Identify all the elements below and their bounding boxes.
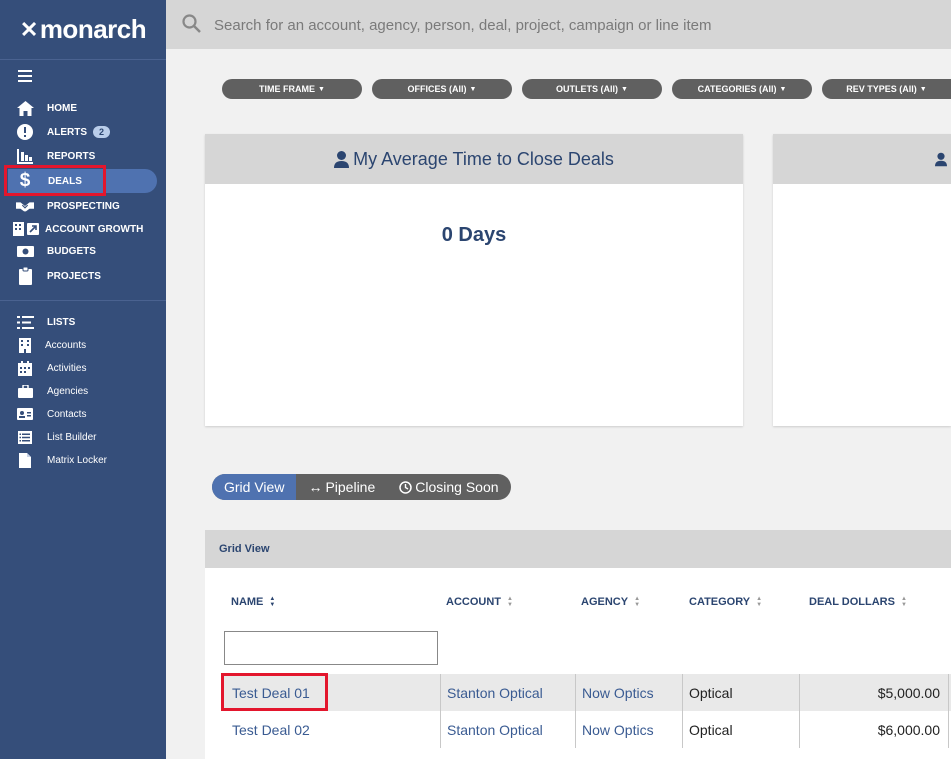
agency-link[interactable]: Now Optics (576, 711, 683, 748)
document-icon (16, 451, 34, 469)
caret-down-icon: ▼ (469, 85, 477, 93)
category-cell: Optical (683, 711, 800, 748)
deal-dollars-cell: $5,000.00 (800, 674, 949, 711)
sidebar-item-projects[interactable]: PROJECTS (0, 265, 166, 287)
briefcase-icon (16, 382, 34, 400)
alerts-count-badge: 2 (93, 126, 111, 138)
sidebar-item-activities[interactable]: Activities (0, 357, 166, 379)
sidebar-item-list-builder[interactable]: List Builder (0, 426, 166, 448)
user-icon (334, 150, 350, 168)
deal-name-link[interactable]: Test Deal 02 (224, 711, 440, 748)
category-cell: Optical (683, 674, 800, 711)
account-growth-icon (13, 220, 39, 238)
handshake-icon (16, 197, 34, 215)
filter-outlets[interactable]: OUTLETS (All) ▼ (522, 79, 662, 99)
sidebar-item-agencies[interactable]: Agencies (0, 380, 166, 402)
sidebar-item-account-growth[interactable]: ACCOUNT GROWTH (0, 218, 166, 240)
sidebar-item-matrix-locker[interactable]: Matrix Locker (0, 449, 166, 471)
filter-time-frame[interactable]: TIME FRAME ▼ (222, 79, 362, 99)
sidebar-item-alerts[interactable]: ALERTS 2 (0, 121, 166, 143)
list-builder-icon (16, 428, 34, 446)
table-row[interactable]: Test Deal 01 Stanton Optical Now Optics … (224, 674, 951, 711)
arrows-horizontal-icon: ↔ (308, 479, 323, 495)
sort-icon: ▲ ▼ (507, 596, 513, 608)
sidebar-item-label: ALERTS (47, 127, 87, 138)
filter-categories[interactable]: CATEGORIES (All) ▼ (672, 79, 812, 99)
avg-close-days-value: 0 Days (441, 224, 507, 246)
sidebar-divider (0, 300, 166, 301)
avg-time-to-close-card: My Average Time to Close Deals 0 Days (205, 134, 743, 426)
sort-icon: ▲ ▼ (634, 596, 641, 608)
deal-dollars-cell: $6,000.00 (800, 711, 949, 748)
sidebar-item-accounts[interactable]: Accounts (0, 334, 166, 356)
column-header-deal-dollars[interactable]: DEAL DOLLARS ▲ ▼ (809, 596, 907, 608)
sort-icon: ▲ ▼ (756, 596, 763, 608)
sort-icon: ▲ ▼ (269, 596, 276, 608)
sidebar-item-reports[interactable]: REPORTS (0, 145, 166, 167)
deals-grid-panel: Grid View NAME ▲ ▼ ACCOUNT ▲ ▼ AGENCY ▲ ▼ CATE… (205, 530, 951, 759)
secondary-card (773, 134, 951, 426)
table-row[interactable]: Test Deal 02 Stanton Optical Now Optics … (224, 711, 951, 748)
agency-link[interactable]: Now Optics (576, 674, 683, 711)
user-icon (935, 152, 947, 166)
menu-toggle-icon[interactable] (18, 70, 32, 82)
list-icon (16, 313, 34, 331)
name-filter-input[interactable] (224, 631, 438, 665)
sidebar-item-contacts[interactable]: Contacts (0, 403, 166, 425)
alert-icon (16, 123, 34, 141)
sidebar-item-budgets[interactable]: BUDGETS (0, 240, 166, 262)
column-header-category[interactable]: CATEGORY ▲ ▼ (689, 596, 762, 608)
caret-down-icon: ▼ (318, 85, 325, 93)
caret-down-icon: ▼ (621, 85, 628, 93)
contact-card-icon (16, 405, 34, 423)
column-header-name[interactable]: NAME ▲ ▼ (231, 596, 275, 608)
column-header-agency[interactable]: AGENCY ▲ ▼ (581, 596, 640, 608)
grid-panel-title: Grid View (205, 530, 951, 568)
tab-pipeline[interactable]: ↔ Pipeline (296, 474, 387, 500)
card-header (773, 134, 951, 184)
card-header: My Average Time to Close Deals (205, 134, 743, 184)
sidebar-item-home[interactable]: HOME (0, 97, 166, 119)
clock-icon (399, 480, 413, 494)
filter-offices[interactable]: OFFICES (All) ▼ (372, 79, 512, 99)
caret-down-icon: ▼ (779, 85, 787, 93)
search-icon (182, 14, 201, 38)
view-toggle: Grid View ↔ Pipeline Closing Soon (212, 474, 511, 500)
sort-icon: ▲ ▼ (900, 596, 907, 608)
global-search-input[interactable] (214, 12, 914, 38)
sidebar: ✕ monarch HOME ALERTS 2 REPORTS $ DEALS PR… (0, 0, 166, 759)
tab-grid-view[interactable]: Grid View (212, 474, 297, 500)
building-icon (16, 336, 34, 354)
filter-rev-types[interactable]: REV TYPES (All) ▼ (822, 79, 951, 99)
tab-closing-soon[interactable]: Closing Soon (387, 474, 510, 500)
clipboard-icon (16, 267, 34, 285)
calendar-icon (16, 359, 34, 377)
logo-mark-icon: ✕ (19, 16, 38, 42)
deals-highlight (4, 165, 106, 196)
caret-down-icon: ▼ (919, 85, 927, 93)
account-link[interactable]: Stanton Optical (440, 711, 576, 748)
sidebar-item-prospecting[interactable]: PROSPECTING (0, 195, 166, 217)
sidebar-item-lists[interactable]: LISTS (0, 311, 166, 333)
column-header-account[interactable]: ACCOUNT ▲ ▼ (446, 596, 513, 608)
test-deal-highlight (221, 673, 328, 711)
budget-icon (16, 242, 34, 260)
top-search-bar (166, 0, 951, 49)
account-link[interactable]: Stanton Optical (440, 674, 576, 711)
card-title: My Average Time to Close Deals (353, 148, 614, 169)
monarch-logo[interactable]: ✕ monarch (0, 0, 166, 60)
reports-icon (16, 147, 34, 165)
home-icon (16, 99, 34, 117)
